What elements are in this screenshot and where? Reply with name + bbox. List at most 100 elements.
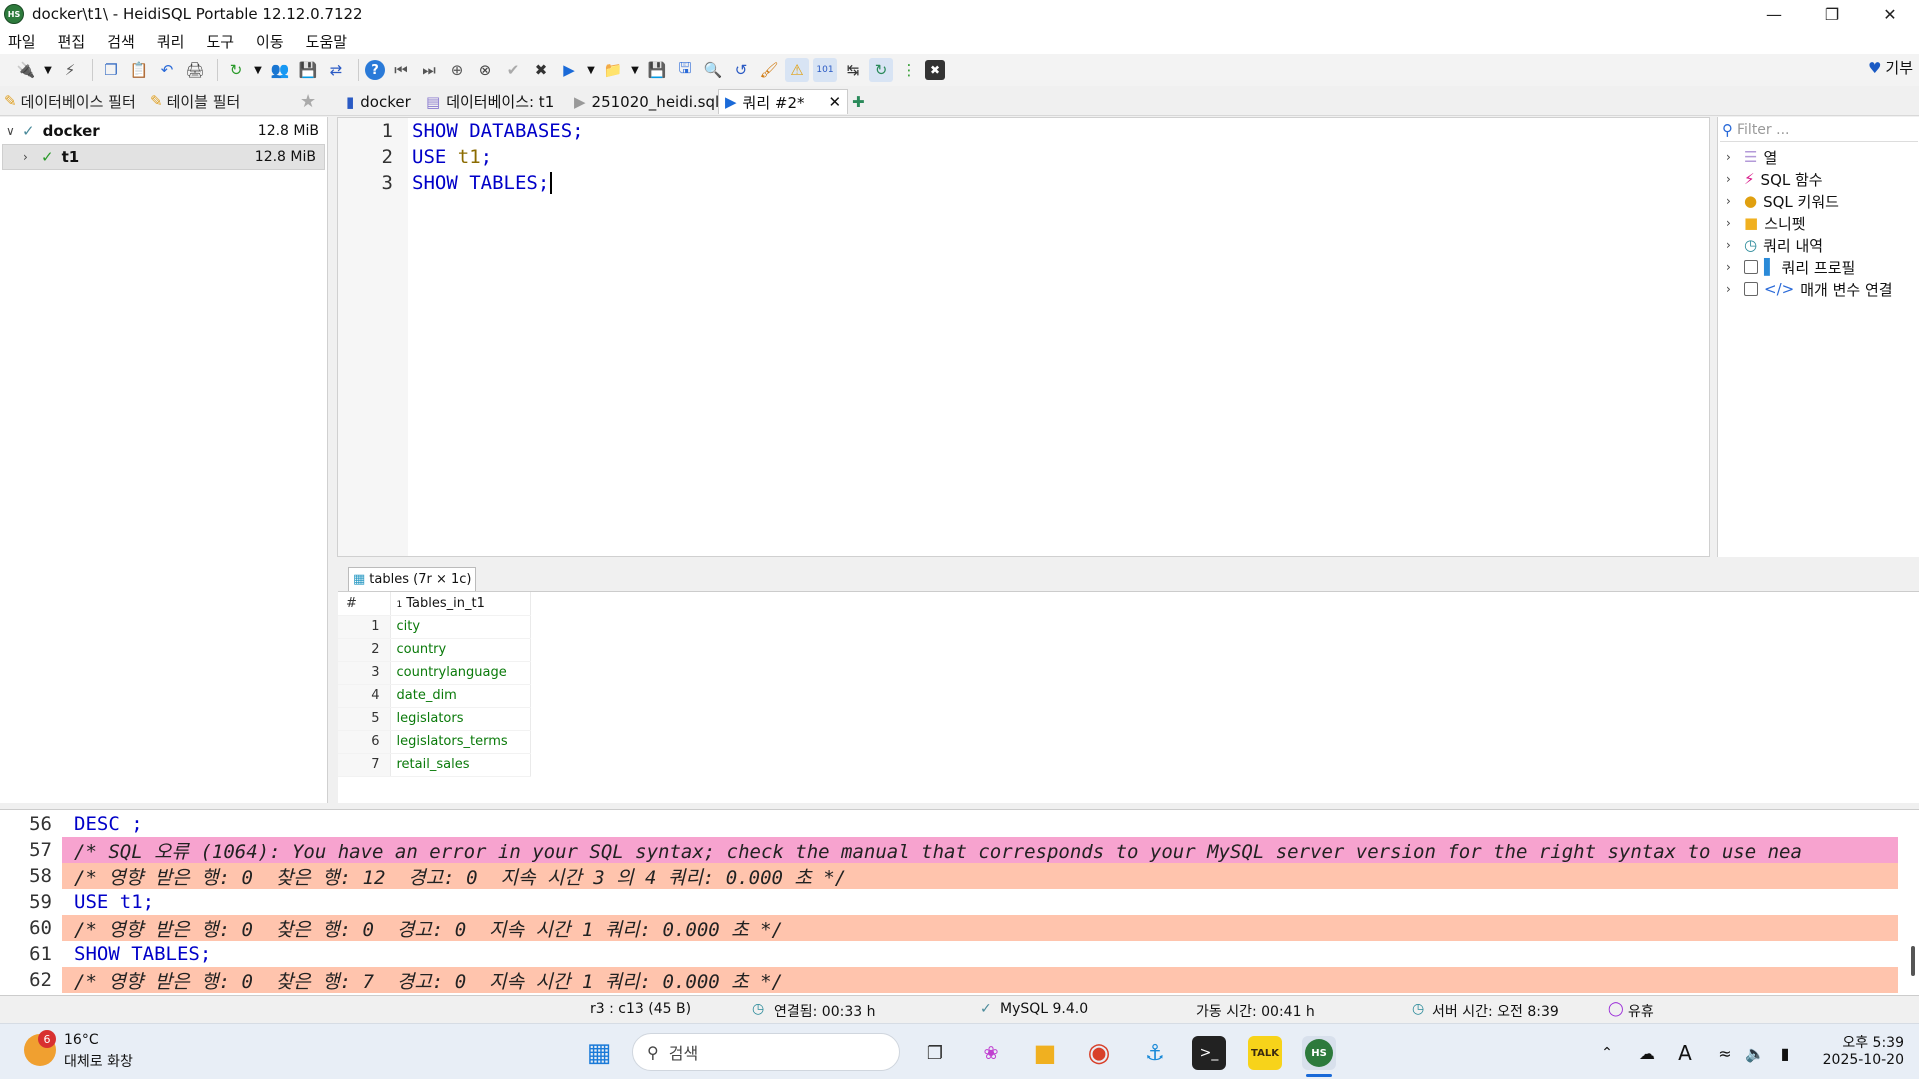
ime-icon[interactable]: A [1668, 1036, 1702, 1070]
table-cell[interactable]: country [389, 638, 531, 662]
chevron-right-icon[interactable]: › [1726, 238, 1738, 252]
kakaotalk-icon[interactable]: TALK [1248, 1036, 1282, 1070]
sql-log[interactable]: 56 DESC ; 57/* SQL 오류 (1064): You have an… [0, 809, 1919, 995]
wrap-icon[interactable]: ↹ [841, 58, 865, 82]
helpers-filter-input[interactable]: ⚲ Filter ... [1720, 118, 1918, 142]
post-record-icon[interactable]: ✔ [501, 58, 525, 82]
battery-icon[interactable]: ▮ [1768, 1036, 1802, 1070]
sql-editor[interactable]: 1 2 3 SHOW DATABASES; USE t1; SHOW TABLE… [337, 117, 1710, 557]
table-cell[interactable]: date_dim [389, 684, 531, 708]
clock-date[interactable]: 2025-10-20 [1814, 1052, 1904, 1068]
log-scrollbar[interactable] [1911, 946, 1915, 976]
chevron-right-icon[interactable]: › [1726, 216, 1738, 230]
restore-button[interactable]: ❐ [1803, 0, 1861, 28]
terminal-icon[interactable]: >_ [1192, 1036, 1226, 1070]
heidisql-taskbar-icon[interactable]: HS [1302, 1036, 1336, 1070]
chevron-right-icon[interactable]: › [1726, 260, 1738, 274]
dropdown-arrow-icon[interactable]: ▼ [629, 58, 641, 82]
menu-query[interactable]: 쿼리 [157, 31, 185, 52]
donate-button[interactable]: ♥ 기부 [1868, 57, 1913, 78]
close-tab-icon[interactable]: ✕ [829, 93, 842, 111]
dropdown-arrow-icon[interactable]: ▼ [42, 58, 54, 82]
chevron-right-icon[interactable]: › [1726, 150, 1738, 164]
menu-help[interactable]: 도움말 [306, 31, 347, 52]
helper-bind-params[interactable]: › </> 매개 변수 연결 [1726, 278, 1893, 300]
helper-query-profile[interactable]: › ▌ 쿼리 프로필 [1726, 256, 1855, 278]
close-tab-icon[interactable]: ✖ [925, 60, 945, 80]
tab-table-filter[interactable]: ✎ 테이블 필터 [150, 89, 240, 113]
minimize-button[interactable]: — [1745, 0, 1803, 28]
table-row[interactable]: 6 legislators_terms [338, 730, 531, 754]
menu-tools[interactable]: 도구 [206, 31, 234, 52]
save-icon[interactable]: 💾 [645, 58, 669, 82]
table-row[interactable]: 4 date_dim [338, 684, 531, 708]
find-icon[interactable]: 🔍 [701, 58, 725, 82]
first-record-icon[interactable]: ⏮ [389, 58, 413, 82]
table-row[interactable]: 1 city [338, 615, 531, 639]
column-header[interactable]: 1 Tables_in_t1 [389, 592, 531, 616]
replace-icon[interactable]: ↺ [729, 58, 753, 82]
table-cell[interactable]: legislators_terms [389, 730, 531, 754]
star-icon[interactable]: ★ [300, 89, 316, 113]
table-row[interactable]: 5 legislators [338, 707, 531, 731]
dropdown-arrow-icon[interactable]: ▼ [585, 58, 597, 82]
user-manager-icon[interactable]: 👥 [268, 58, 292, 82]
helper-columns[interactable]: › ☰ 열 [1726, 146, 1777, 168]
table-cell[interactable]: countrylanguage [389, 661, 531, 685]
wifi-icon[interactable]: ≈ [1708, 1036, 1742, 1070]
bind-params-checkbox[interactable] [1744, 282, 1758, 296]
docker-icon[interactable]: ⚓ [1138, 1036, 1172, 1070]
run-query-icon[interactable]: ▶ [557, 58, 581, 82]
task-view-icon[interactable]: ❐ [918, 1036, 952, 1070]
helper-snippets[interactable]: › ■ 스니펫 [1726, 212, 1806, 234]
cancel-record-icon[interactable]: ✖ [529, 58, 553, 82]
table-row[interactable]: 3 countrylanguage [338, 661, 531, 685]
helper-sql-keywords[interactable]: › ● SQL 키워드 [1726, 190, 1839, 212]
file-explorer-icon[interactable]: ■ [1028, 1036, 1062, 1070]
chevron-right-icon[interactable]: › [1726, 194, 1738, 208]
auto-refresh-icon[interactable]: ↻ [869, 58, 893, 82]
taskbar-search-box[interactable]: ⚲ 검색 [632, 1033, 900, 1071]
result-tab[interactable]: ▦ tables (7r × 1c) [348, 567, 476, 591]
connect-icon[interactable]: 🔌 [14, 58, 38, 82]
windows-start-icon[interactable]: ▦ [582, 1036, 616, 1070]
disconnect-icon[interactable]: ⚡ [58, 58, 82, 82]
new-query-tab-icon[interactable]: ✚ [846, 89, 871, 114]
query-profile-checkbox[interactable] [1744, 260, 1758, 274]
table-cell[interactable]: retail_sales [389, 753, 531, 777]
tab-database[interactable]: ▤ 데이터베이스: t1 [420, 89, 560, 114]
table-row[interactable]: 2 country [338, 638, 531, 662]
export-icon[interactable]: 💾 [296, 58, 320, 82]
print-icon[interactable]: 🖨 [183, 58, 207, 82]
chrome-icon[interactable]: ◉ [1082, 1036, 1116, 1070]
chevron-right-icon[interactable]: › [23, 150, 35, 164]
last-record-icon[interactable]: ⏭ [417, 58, 441, 82]
help-icon[interactable]: ? [365, 60, 385, 80]
copilot-icon[interactable]: ❀ [974, 1036, 1008, 1070]
snippet-icon[interactable]: ⋮ [897, 58, 921, 82]
helper-query-history[interactable]: › ◷ 쿼리 내역 [1726, 234, 1823, 256]
save-as-icon[interactable]: 🖫 [673, 58, 697, 82]
undo-icon[interactable]: ↶ [155, 58, 179, 82]
refresh-icon[interactable]: ↻ [224, 58, 248, 82]
dropdown-arrow-icon[interactable]: ▼ [252, 58, 264, 82]
close-button[interactable]: ✕ [1861, 0, 1919, 28]
helper-sql-functions[interactable]: › ⚡ SQL 함수 [1726, 168, 1823, 190]
menu-edit[interactable]: 편집 [58, 31, 86, 52]
onedrive-off-icon[interactable]: ☁ [1630, 1036, 1664, 1070]
warning-icon[interactable]: ⚠ [785, 58, 809, 82]
chevron-right-icon[interactable]: › [1726, 282, 1738, 296]
table-row[interactable]: 7 retail_sales [338, 753, 531, 777]
menu-go[interactable]: 이동 [256, 31, 284, 52]
menu-search[interactable]: 검색 [107, 31, 135, 52]
format-sql-icon[interactable]: 🖌 [757, 58, 781, 82]
tab-file[interactable]: ▶ 251020_heidi.sql [568, 89, 725, 114]
speaker-icon[interactable]: 🔈 [1738, 1036, 1772, 1070]
tree-item-t1[interactable]: › ✓ t1 12.8 MiB [2, 144, 325, 170]
tab-host[interactable]: ▮ docker [340, 89, 417, 114]
paste-icon[interactable]: 📋 [127, 58, 151, 82]
table-cell[interactable]: city [389, 615, 531, 639]
menu-file[interactable]: 파일 [8, 31, 36, 52]
copy-icon[interactable]: ❐ [99, 58, 123, 82]
chevron-right-icon[interactable]: › [1726, 172, 1738, 186]
